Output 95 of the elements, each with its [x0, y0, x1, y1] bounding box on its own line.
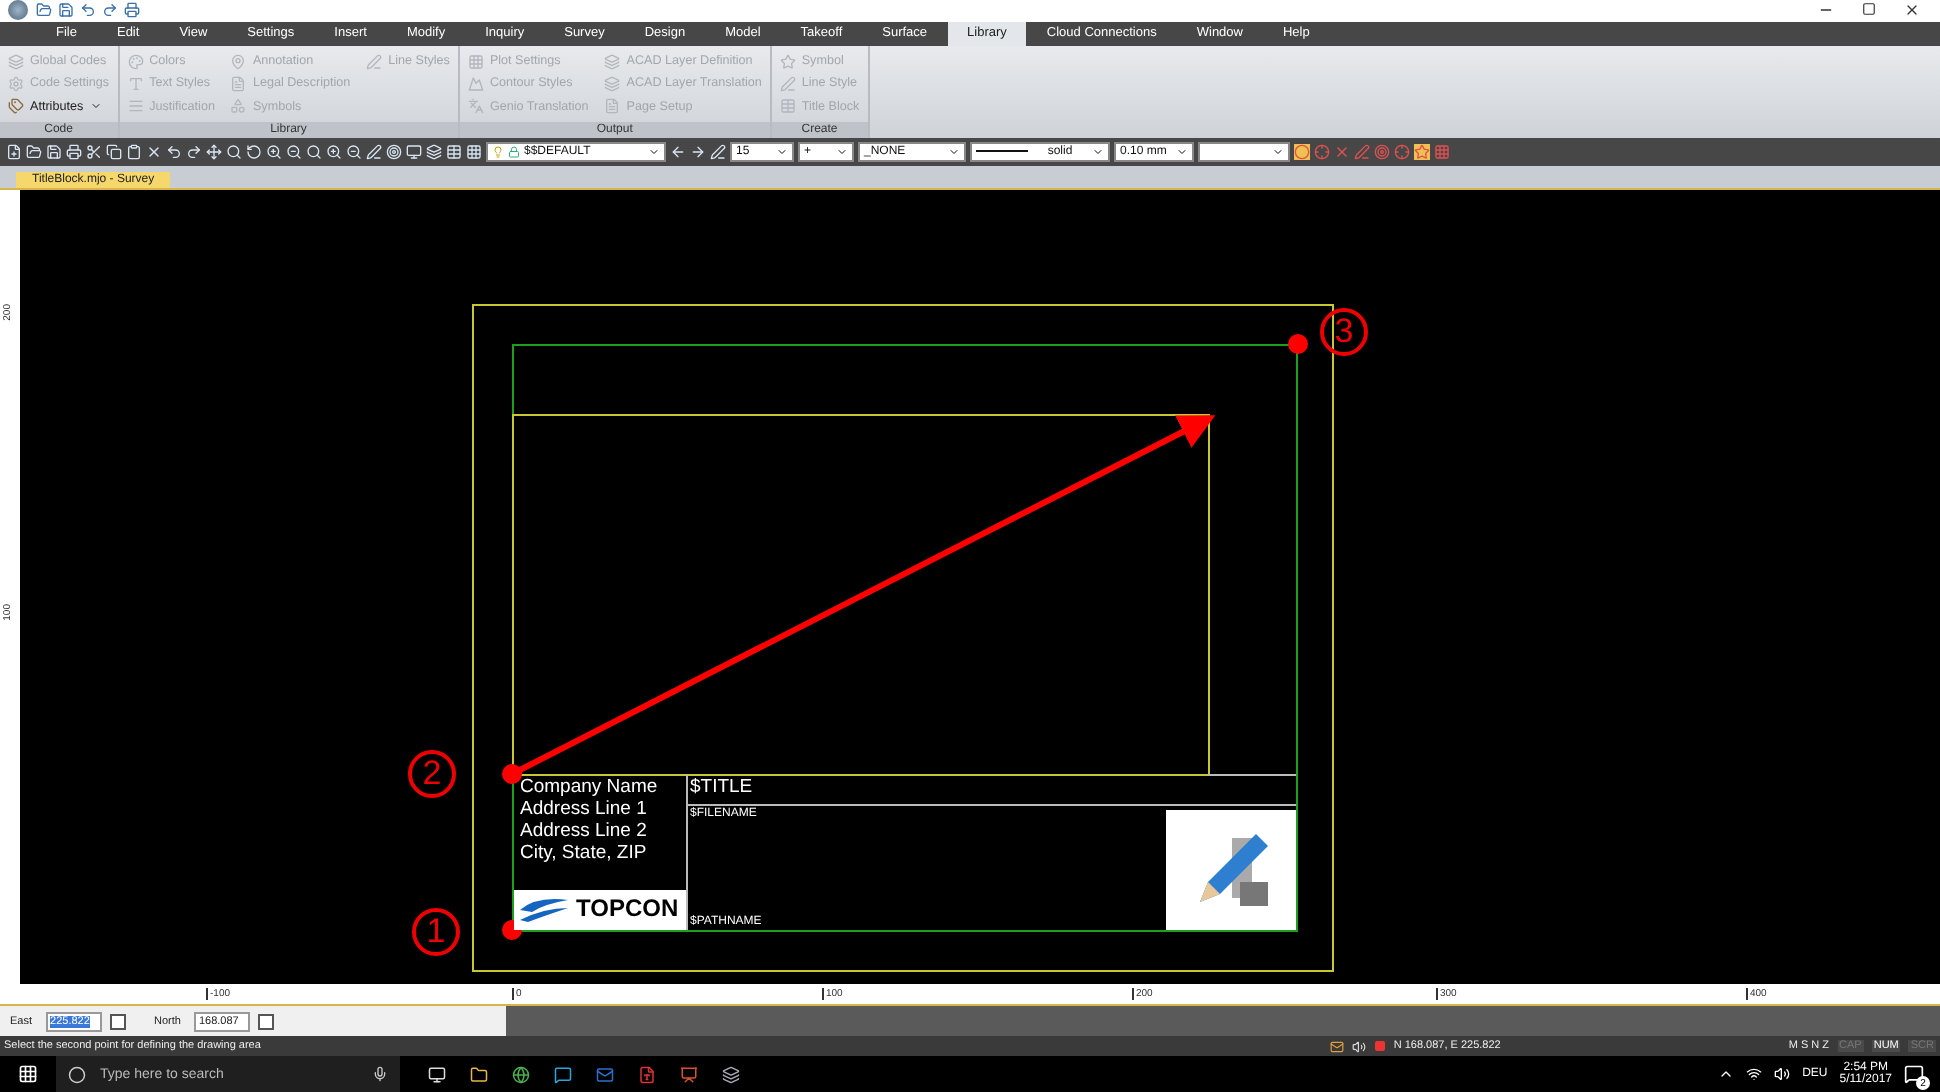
title-field-text: $TITLE [690, 777, 753, 799]
palette-icon [127, 53, 144, 70]
print-icon[interactable] [66, 143, 82, 160]
document-icon [604, 98, 621, 115]
step-number-marker: 3 [1320, 307, 1368, 356]
chat-icon[interactable] [554, 1065, 572, 1083]
stop-icon[interactable] [1373, 1040, 1386, 1053]
north-checkbox[interactable] [258, 1013, 275, 1030]
point-dot [502, 763, 522, 784]
globe-icon[interactable] [512, 1065, 530, 1083]
redo-icon[interactable] [186, 143, 202, 160]
pin-icon [230, 53, 247, 70]
app-menu-icon[interactable] [8, 0, 28, 21]
microphone-icon[interactable] [372, 1066, 388, 1082]
zoom-out-icon[interactable] [346, 143, 362, 160]
pen-icon[interactable] [366, 143, 382, 160]
task-view-icon[interactable] [428, 1065, 446, 1083]
new-file-icon[interactable] [6, 143, 22, 160]
notifications-icon[interactable] [1904, 1064, 1924, 1084]
caret-icon [836, 145, 848, 158]
document-icon [230, 75, 247, 92]
chevron-up-icon[interactable] [1718, 1066, 1735, 1082]
move-icon[interactable] [206, 143, 222, 160]
monitor-icon[interactable] [406, 143, 422, 160]
slides-icon[interactable] [680, 1065, 698, 1083]
layers-icon [604, 53, 621, 70]
pen-icon [779, 75, 796, 92]
line-sample [976, 150, 1028, 153]
folder-icon[interactable] [26, 143, 42, 160]
quick-access-icon[interactable] [102, 2, 118, 19]
star-icon[interactable] [1414, 143, 1430, 160]
caret-icon [1272, 145, 1284, 158]
cut-icon[interactable] [86, 143, 102, 160]
star-icon [779, 53, 796, 70]
east-checkbox[interactable] [110, 1013, 127, 1030]
network-icon[interactable] [1746, 1066, 1763, 1082]
bulb-icon [492, 145, 504, 158]
point-dot [1288, 333, 1308, 354]
paste-icon[interactable] [126, 143, 142, 160]
step-number-marker: 2 [408, 749, 456, 798]
left-arrow-icon[interactable] [670, 143, 686, 160]
layers-icon [604, 75, 621, 92]
settings-icon [8, 75, 24, 92]
caret-icon [776, 145, 788, 158]
copy-icon[interactable] [106, 143, 122, 160]
search-circle-icon [68, 1065, 86, 1083]
company-text: City, State, ZIP [520, 843, 647, 865]
grid-icon [467, 53, 484, 70]
rotate-icon[interactable] [246, 143, 262, 160]
search-icon[interactable] [226, 143, 242, 160]
folder-icon[interactable] [470, 1065, 488, 1083]
zoom-out-icon[interactable] [286, 143, 302, 160]
layers-icon[interactable] [426, 143, 442, 160]
pdf-icon[interactable] [638, 1065, 656, 1083]
table-icon [779, 98, 796, 115]
layers-icon [8, 53, 24, 70]
caret-icon [1092, 145, 1104, 158]
undo-icon[interactable] [166, 143, 182, 160]
start-icon[interactable] [18, 1064, 38, 1084]
company-text: Address Line 1 [520, 799, 647, 821]
search-icon[interactable] [306, 143, 322, 160]
caret-icon [648, 145, 660, 158]
speaker-icon[interactable] [1774, 1066, 1791, 1082]
caret-icon [948, 145, 960, 158]
speaker-icon[interactable] [1351, 1039, 1366, 1054]
pen-icon[interactable] [710, 143, 726, 160]
logo-swoosh-icon [516, 895, 572, 924]
shapes-icon [230, 98, 247, 115]
align-icon [127, 98, 144, 115]
maximize-icon[interactable] [1862, 2, 1876, 17]
company-text: Address Line 2 [520, 821, 647, 843]
quick-access-icon[interactable] [58, 2, 74, 19]
close-icon[interactable] [1904, 2, 1920, 19]
save-icon[interactable] [46, 143, 62, 160]
company-text: Company Name [520, 777, 658, 799]
quick-access-icon[interactable] [80, 2, 96, 19]
caret-icon [1176, 145, 1188, 158]
translate-icon [467, 98, 484, 115]
zoom-in-icon[interactable] [326, 143, 342, 160]
delete-icon[interactable] [146, 143, 162, 160]
table-icon[interactable] [446, 143, 462, 160]
text-icon [127, 75, 144, 92]
mountain-icon [467, 75, 484, 92]
lock-icon [508, 145, 520, 158]
pen-icon [366, 53, 383, 70]
step-number-marker: 1 [412, 907, 460, 956]
tags-icon [8, 98, 24, 115]
quick-access-icon[interactable] [124, 2, 140, 19]
quick-access-icon[interactable] [36, 2, 52, 19]
envelope-icon[interactable] [1329, 1039, 1344, 1054]
right-arrow-icon[interactable] [690, 143, 706, 160]
logo-text: TOPCON [576, 896, 679, 923]
zoom-in-icon[interactable] [266, 143, 282, 160]
caret-icon [89, 100, 102, 113]
mail-icon[interactable] [596, 1065, 614, 1083]
